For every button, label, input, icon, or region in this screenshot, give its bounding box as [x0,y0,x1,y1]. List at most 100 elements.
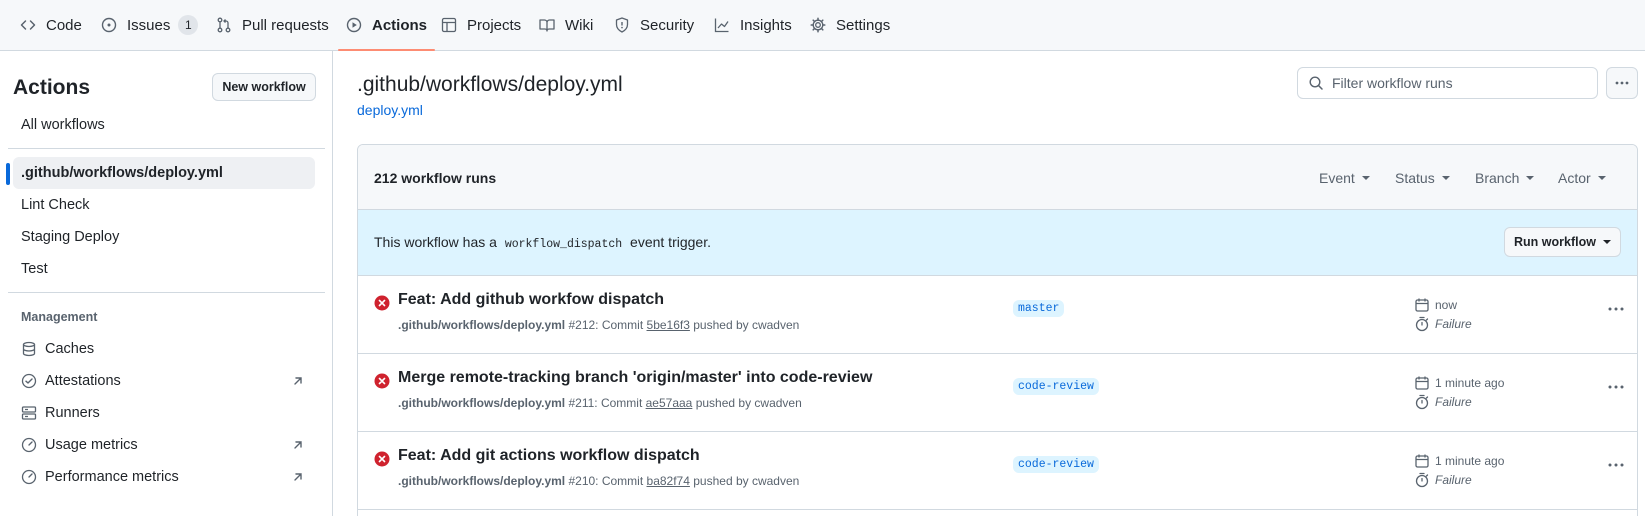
sidebar-item-runners[interactable]: Runners [13,397,315,429]
dispatch-banner: This workflow has a workflow_dispatch ev… [358,210,1637,276]
run-commit-prefix: : Commit [595,474,644,488]
sidebar-item-test[interactable]: Test [13,253,315,285]
stopwatch-icon [1414,472,1430,488]
sidebar-item-label: Attestations [45,373,121,389]
tab-insights[interactable]: Insights [714,0,792,50]
kebab-horizontal-icon[interactable] [1606,301,1626,317]
sidebar-item-label: Runners [45,405,100,421]
run-number: #212 [568,318,596,332]
run-status: Failure [1414,394,1472,410]
calendar-icon [1414,375,1430,391]
dispatch-message: This workflow has a workflow_dispatch ev… [374,234,711,251]
run-time-text: now [1435,298,1458,312]
actor-filter-dropdown[interactable]: Actor [1558,170,1606,186]
more-options-button[interactable] [1606,67,1638,99]
run-meta: .github/workflows/deploy.yml #212: Commi… [398,318,799,332]
branch-label[interactable]: master [1013,300,1065,317]
run-time: now [1414,297,1457,313]
code-icon [20,17,36,33]
server-icon [21,405,37,421]
run-title[interactable]: Feat: Add github workfow dispatch [398,291,664,309]
caret-down-icon [1602,240,1611,244]
run-status: Failure [1414,472,1472,488]
run-commit-prefix: : Commit [595,318,644,332]
workflows-sidebar: Actions New workflow All workflows .gith… [0,51,333,516]
book-icon [539,17,555,33]
run-workflow: .github/workflows/deploy.yml [398,474,566,488]
tab-settings[interactable]: Settings [810,0,890,50]
arrow-up-right-icon [294,377,302,385]
tab-projects[interactable]: Projects [441,0,521,50]
meter-icon [21,469,37,485]
git-pull-request-icon [216,17,232,33]
calendar-icon [1414,297,1430,313]
gear-icon [810,17,826,33]
tab-security[interactable]: Security [614,0,694,50]
dispatch-code: workflow_dispatch [504,238,623,251]
tab-label: Security [640,16,695,34]
run-status: Failure [1414,316,1472,332]
runs-count: 212 workflow runs [374,170,497,186]
tab-label: Projects [467,16,522,34]
sidebar-item-all-workflows[interactable]: All workflows [13,109,315,141]
sidebar-item-deploy-workflow[interactable]: .github/workflows/deploy.yml [6,157,315,189]
sidebar-item-attestations[interactable]: Attestations [13,365,315,397]
sidebar-item-usage-metrics[interactable]: Usage metrics [13,429,315,461]
run-workflow-button[interactable]: Run workflow [1504,227,1621,257]
tab-label: Code [46,16,82,34]
commit-link[interactable]: ba82f74 [647,474,690,488]
kebab-horizontal-icon [1615,81,1629,85]
sidebar-item-caches[interactable]: Caches [13,333,315,365]
branch-label[interactable]: code-review [1013,378,1099,395]
tab-label: Pull requests [242,16,329,34]
run-workflow: .github/workflows/deploy.yml [398,396,566,410]
tab-actions[interactable]: Actions [337,0,436,51]
commit-link[interactable]: ae57aaa [646,396,693,410]
workflow-run-row[interactable]: Feat: Add github workfow dispatch .githu… [358,276,1637,354]
tab-label: Settings [836,16,891,34]
sidebar-item-lint-check[interactable]: Lint Check [13,189,315,221]
filter-placeholder: Filter workflow runs [1332,75,1453,91]
shield-icon [614,17,630,33]
x-circle-fill-icon [374,373,390,389]
commit-link[interactable]: 5be16f3 [647,318,690,332]
tab-issues[interactable]: Issues 1 [101,0,199,50]
sidebar-item-label: Usage metrics [45,437,138,453]
tab-label: Insights [740,16,792,34]
kebab-horizontal-icon[interactable] [1606,379,1626,395]
repo-nav: Code Issues 1 Pull requests Actions Proj… [0,0,1645,51]
branch-label[interactable]: code-review [1013,456,1099,473]
run-time: 1 minute ago [1414,375,1504,391]
graph-icon [714,17,730,33]
workflow-run-row[interactable]: Feat: Add git actions workflow dispatch … [358,432,1637,510]
caret-down-icon [1597,176,1606,180]
play-icon [346,17,362,33]
caret-down-icon [1526,176,1535,180]
kebab-horizontal-icon[interactable] [1606,457,1626,473]
sidebar-item-label: Caches [45,341,95,357]
run-meta: .github/workflows/deploy.yml #210: Commi… [398,474,799,488]
tab-pull-requests[interactable]: Pull requests [216,0,329,50]
filter-workflow-runs-input[interactable]: Filter workflow runs [1297,67,1598,99]
run-status-text: Failure [1435,473,1472,487]
management-heading: Management [21,310,98,324]
run-title[interactable]: Feat: Add git actions workflow dispatch [398,447,700,465]
new-workflow-button[interactable]: New workflow [212,73,316,101]
workflow-run-row[interactable]: Merge remote-tracking branch 'origin/mas… [358,354,1637,432]
run-title[interactable]: Merge remote-tracking branch 'origin/mas… [398,369,872,387]
run-number: #210 [568,474,596,488]
run-pushed-by: pushed by cwadven [695,396,802,410]
branch-filter-dropdown[interactable]: Branch [1475,170,1535,186]
run-status-text: Failure [1435,395,1472,409]
tab-label: Actions [372,16,428,34]
sidebar-item-performance-metrics[interactable]: Performance metrics [13,461,315,493]
tab-code[interactable]: Code [20,0,82,50]
workflow-file-link[interactable]: deploy.yml [357,102,423,118]
run-time: 1 minute ago [1414,453,1504,469]
event-filter-dropdown[interactable]: Event [1319,170,1370,186]
workflow-title: .github/workflows/deploy.yml [357,73,623,96]
tab-wiki[interactable]: Wiki [539,0,593,50]
sidebar-item-staging-deploy[interactable]: Staging Deploy [13,221,315,253]
status-filter-dropdown[interactable]: Status [1395,170,1450,186]
tab-label: Issues [127,16,171,34]
